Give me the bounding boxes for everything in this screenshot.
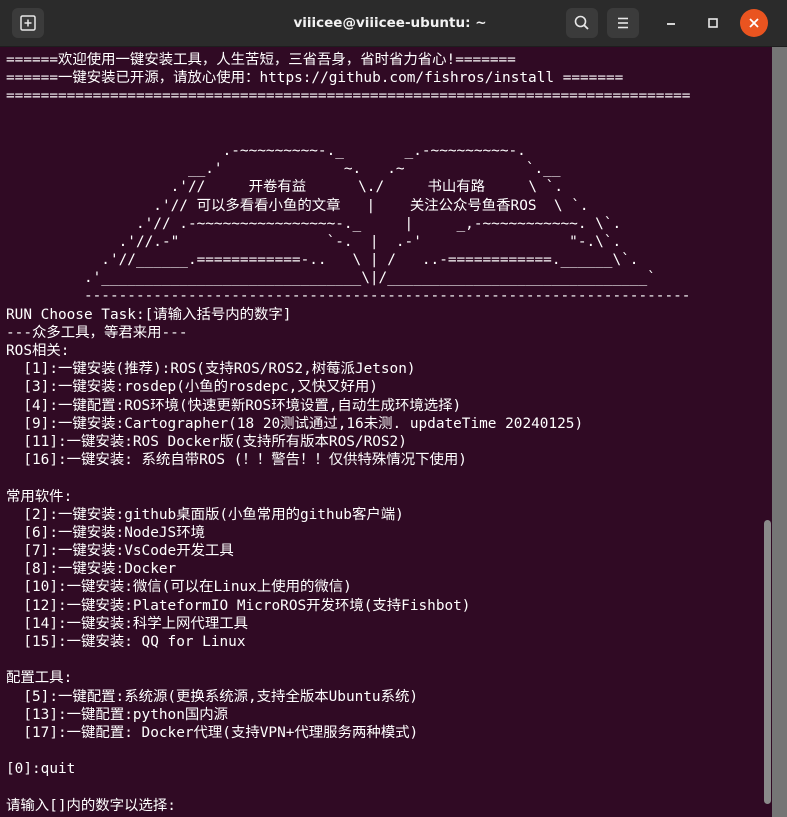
minimize-icon bbox=[667, 23, 675, 25]
terminal-line: [8]:一键安装:Docker bbox=[6, 561, 177, 578]
terminal-line: .'//______.============-.. \ | / ..-====… bbox=[6, 252, 639, 269]
maximize-button[interactable] bbox=[699, 9, 727, 37]
terminal-line: [1]:一键安装(推荐):ROS(支持ROS/ROS2,树莓派Jetson) bbox=[6, 361, 416, 378]
terminal-line: [17]:一键配置: Docker代理(支持VPN+代理服务两种模式) bbox=[6, 724, 419, 741]
terminal-line: .-~~~~~~~~~-._ _.-~~~~~~~~~-. bbox=[6, 142, 526, 159]
close-button[interactable] bbox=[740, 9, 768, 37]
terminal-line: .'// 可以多看看小鱼的文章 | 关注公众号鱼香ROS \ `. bbox=[6, 197, 589, 214]
terminal-window: viiicee@viiicee-ubuntu: ~ ======欢迎使用一键安装… bbox=[0, 0, 787, 817]
terminal-line: [12]:一键安装:PlateformIO MicroROS开发环境(支持Fis… bbox=[6, 597, 471, 614]
terminal-line: [15]:一键安装: QQ for Linux bbox=[6, 634, 246, 650]
terminal-line: [6]:一键安装:NodeJS环境 bbox=[6, 524, 205, 541]
terminal-line: [13]:一键配置:python国内源 bbox=[6, 706, 229, 723]
terminal-line: [7]:一键安装:VsCode开发工具 bbox=[6, 543, 234, 560]
terminal-line: ========================================… bbox=[6, 88, 691, 105]
terminal-line: [4]:一键配置:ROS环境(快速更新ROS环境设置,自动生成环境选择) bbox=[6, 397, 462, 414]
terminal-line: 配置工具: bbox=[6, 670, 73, 687]
terminal-line: [14]:一键安装:科学上网代理工具 bbox=[6, 615, 248, 632]
terminal-line: [3]:一键安装:rosdep(小鱼的rosdepc,又快又好用) bbox=[6, 379, 378, 396]
menu-button[interactable] bbox=[607, 8, 639, 38]
terminal-line: ----------------------------------------… bbox=[6, 288, 691, 305]
terminal-line: .'______________________________\|/_____… bbox=[6, 270, 656, 287]
hamburger-menu-icon bbox=[618, 17, 628, 29]
search-button[interactable] bbox=[566, 8, 598, 38]
terminal-line: ======欢迎使用一键安装工具，人生苦短，三省吾身，省时省力省心!======… bbox=[6, 52, 516, 68]
terminal-line: [2]:一键安装:github桌面版(小鱼常用的github客户端) bbox=[6, 506, 404, 523]
terminal-line: [10]:一键安装:微信(可以在Linux上使用的微信) bbox=[6, 579, 352, 596]
search-icon bbox=[574, 15, 589, 30]
new-tab-button[interactable] bbox=[12, 8, 44, 38]
terminal-line: .'// 开卷有益 \./ 书山有路 \ `. bbox=[6, 179, 563, 196]
terminal-line: .'// .-~~~~~~~~~~~~~~~~-._ | _,-~~~~~~~~… bbox=[6, 215, 622, 232]
terminal-line: __.' ~. .~ `.__ bbox=[6, 161, 561, 178]
terminal-line: [16]:一键安装: 系统自带ROS (！！警告！！仅供特殊情况下使用) bbox=[6, 452, 467, 469]
window-title: viiicee@viiicee-ubuntu: ~ bbox=[293, 15, 487, 31]
close-icon bbox=[749, 18, 759, 28]
terminal-line: [0]:quit bbox=[6, 761, 76, 778]
minimize-button[interactable] bbox=[657, 9, 685, 37]
title-bar[interactable]: viiicee@viiicee-ubuntu: ~ bbox=[0, 0, 787, 47]
terminal-output[interactable]: ======欢迎使用一键安装工具，人生苦短，三省吾身，省时省力省心!======… bbox=[0, 47, 772, 817]
terminal-line: 请输入[]内的数字以选择: bbox=[6, 797, 176, 814]
terminal-line: [9]:一键安装:Cartographer(18 20测试通过,16未测. up… bbox=[6, 415, 584, 432]
scrollbar-thumb[interactable] bbox=[764, 520, 771, 804]
terminal-line: ROS相关: bbox=[6, 343, 70, 359]
terminal-line: .'//.-" `-. | .-' "-.\`. bbox=[6, 233, 622, 250]
terminal-line: RUN Choose Task:[请输入括号内的数字] bbox=[6, 306, 292, 323]
terminal-line: [5]:一键配置:系统源(更换系统源,支持全版本Ubuntu系统) bbox=[6, 688, 419, 705]
new-tab-icon bbox=[20, 15, 36, 31]
terminal-line: 常用软件: bbox=[6, 488, 73, 505]
maximize-icon bbox=[708, 18, 718, 28]
terminal-line: [11]:一键安装:ROS Docker版(支持所有版本ROS/ROS2) bbox=[6, 433, 407, 450]
scrollbar-track[interactable] bbox=[772, 47, 787, 817]
terminal-line: ---众多工具，等君来用--- bbox=[6, 324, 188, 341]
terminal-line: ======一键安装已开源，请放心使用：https://github.com/f… bbox=[6, 70, 624, 87]
